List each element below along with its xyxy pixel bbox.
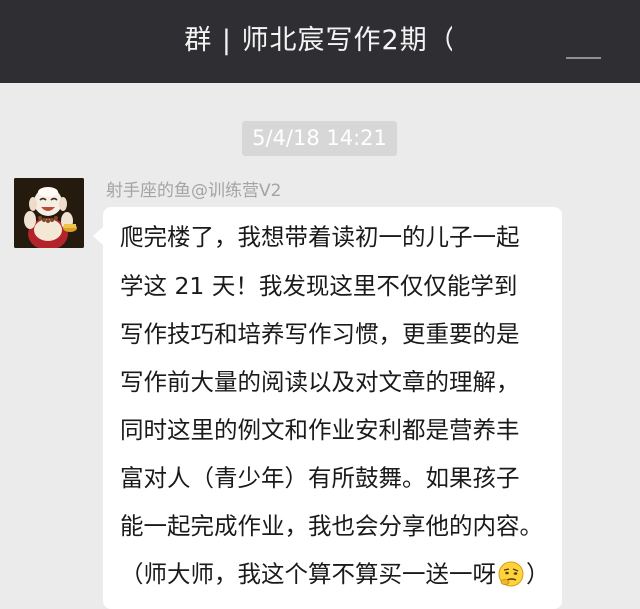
chat-title-bar: 群 | 师北宸写作2期（ (0, 0, 640, 83)
thinking-smirk-emoji-icon (498, 561, 524, 586)
chat-message-area[interactable]: 5/4/18 14:21 射手座的鱼@训练营V2 爬完楼了，我想带着读初一的儿子… (0, 83, 640, 609)
title-redaction (452, 18, 627, 62)
avatar[interactable] (14, 178, 84, 248)
message-line: 富对人（青少年）有所鼓舞。如果孩子 (120, 464, 520, 492)
message-line: 写作技巧和培养写作习惯，更重要的是 (120, 320, 520, 348)
message-bubble[interactable]: 爬完楼了，我想带着读初一的儿子一起 学这 21 天！我发现这里不仅仅能学到 写作… (93, 207, 562, 609)
message-line-text: （师大师，我这个算不算买一送一呀 (120, 560, 496, 588)
message-line: 爬完楼了，我想带着读初一的儿子一起 (120, 223, 520, 251)
message-line: 能一起完成作业，我也会分享他的内容。 (120, 512, 543, 540)
sender-name: 射手座的鱼@训练营V2 (106, 181, 282, 201)
message-line: 学这 21 天！我发现这里不仅仅能学到 (120, 272, 518, 300)
title-underline (566, 57, 601, 59)
message-line: 同时这里的例文和作业安利都是营养丰 (120, 416, 520, 444)
message-closing-paren: ） (526, 560, 550, 588)
message-line: 写作前大量的阅读以及对文章的理解， (120, 368, 520, 396)
message-timestamp: 5/4/18 14:21 (242, 121, 397, 156)
message-last-line: （师大师，我这个算不算买一送一呀 ） (120, 559, 550, 589)
laughing-buddha-avatar-icon (14, 178, 84, 248)
